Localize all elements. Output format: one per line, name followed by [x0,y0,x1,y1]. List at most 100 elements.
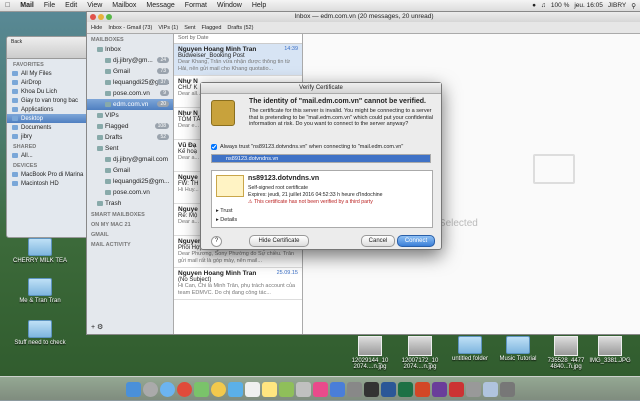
emoji-app-icon[interactable] [210,381,226,397]
favorites-bar: Hide Inbox - Gmail (73) VIPs (1) Sent Fl… [87,22,640,34]
back-button[interactable]: Back [11,39,22,45]
app-menu[interactable]: Mail [15,2,39,9]
desktop-image-file[interactable]: IMG_3381.JPG [580,336,640,364]
mailbox-drafts[interactable]: Drafts 52 [87,132,173,143]
sent-account[interactable]: Gmail [87,165,173,176]
app-store-icon[interactable] [329,381,345,397]
mailbox-account[interactable]: pose.com.vn 9 [87,88,173,99]
hide-button[interactable]: Hide [91,25,102,31]
help-button[interactable]: ? [211,236,222,247]
menu-window[interactable]: Window [212,2,247,9]
sidebar-item-airdrop[interactable]: AirDrop [7,78,89,87]
mailbox-account-selected[interactable]: edm.com.vn 20 [87,99,173,110]
safari-icon[interactable] [159,381,175,397]
fav-drafts[interactable]: Drafts (52) [227,25,253,31]
connect-button[interactable]: Connect [397,235,435,247]
mailbox-account[interactable]: dj.jibry@gm... 24 [87,55,173,66]
mailbox-vips[interactable]: VIPs [87,110,173,121]
documents-stack-icon[interactable] [482,381,498,397]
sidebar-item-shared-all[interactable]: All... [7,151,89,160]
certificate-chain-item[interactable]: ns89123.dotvndns.vn [211,154,431,163]
maps-icon[interactable] [278,381,294,397]
mailbox-trash[interactable]: Trash [87,198,173,209]
menu-edit[interactable]: Edit [60,2,82,9]
mailbox-flagged[interactable]: Flagged 108 [87,121,173,132]
menu-file[interactable]: File [39,2,60,9]
battery-status[interactable]: 100 % [551,2,569,9]
desktop-icon [12,116,18,121]
cancel-button[interactable]: Cancel [361,235,395,247]
user-menu[interactable]: JIBRY [608,2,626,9]
hide-certificate-button[interactable]: Hide Certificate [249,235,309,247]
close-button[interactable] [90,14,96,20]
always-trust-checkbox[interactable]: Always trust "ns89123.dotvndns.vn" when … [211,144,403,150]
menu-message[interactable]: Message [141,2,179,9]
photos-icon[interactable] [295,381,311,397]
sort-control[interactable]: Sort by Date [174,34,302,44]
fav-sent[interactable]: Sent [184,25,195,31]
sidebar-item-macintosh-hd[interactable]: Macintosh HD [7,179,89,188]
notes-icon[interactable] [261,381,277,397]
fav-vips[interactable]: VIPs (1) [158,25,178,31]
menu-mailbox[interactable]: Mailbox [107,2,141,9]
word-icon[interactable] [380,381,396,397]
powerpoint-icon[interactable] [414,381,430,397]
sidebar-item-macbook[interactable]: MacBook Pro di Marina [7,170,89,179]
sidebar-item-applications[interactable]: Applications [7,105,89,114]
live-icon[interactable] [363,381,379,397]
sidebar-item-giay-to[interactable]: Giay to van trong bac [7,96,89,105]
apple-menu[interactable]:  [0,2,15,9]
zoom-button[interactable] [106,14,112,20]
search-icon[interactable]: ⚲ [631,2,636,10]
finder-icon[interactable] [125,381,141,397]
volume-icon[interactable]: ♫ [541,2,546,9]
image-thumbnail [598,336,622,356]
downloads-stack-icon[interactable] [465,381,481,397]
excel-icon[interactable] [397,381,413,397]
mailbox-inbox[interactable]: Inbox [87,44,173,55]
trust-disclosure[interactable]: ▸ Trust [216,208,233,214]
sidebar-item-desktop[interactable]: Desktop [7,114,89,123]
acrobat-icon[interactable] [448,381,464,397]
count-badge: 21 [124,222,131,228]
sidebar-item-jibry[interactable]: jibry [7,132,89,141]
mailbox-sent[interactable]: Sent [87,143,173,154]
minimize-button[interactable] [98,14,104,20]
launchpad-icon[interactable] [142,381,158,397]
sent-account[interactable]: dj.jibry@gmail.com [87,154,173,165]
messages-icon[interactable] [193,381,209,397]
menu-view[interactable]: View [82,2,107,9]
certificate-icon [216,175,244,197]
checkbox[interactable] [211,144,217,150]
list-item[interactable]: Nguyen Hoang Minh Tran 25.09.15 (No Subjec… [174,268,302,300]
sidebar-item-documents[interactable]: Documents [7,123,89,132]
desktop-folder[interactable]: Me & Tran Tran [10,278,70,304]
itunes-icon[interactable] [312,381,328,397]
desktop-folder[interactable]: Stuff need to check [10,320,70,346]
calendar-icon[interactable] [244,381,260,397]
trash-icon [97,201,103,206]
clock[interactable]: jeu. 16:05 [574,2,603,9]
wifi-icon[interactable]: ● [532,2,536,9]
skype-icon[interactable] [227,381,243,397]
gear-icon[interactable]: ⚙ [97,324,103,331]
list-item[interactable]: Nguyen Hoang Minh Tran 14:39 Budweiser_Boo… [174,44,302,76]
sidebar-item-all-my-files[interactable]: All My Files [7,69,89,78]
menu-format[interactable]: Format [180,2,212,9]
desktop-folder[interactable]: CHERRY MILK TEA [10,238,70,264]
fav-flagged[interactable]: Flagged [202,25,222,31]
fav-inbox-gmail[interactable]: Inbox - Gmail (73) [108,25,152,31]
details-disclosure[interactable]: ▸ Details [216,217,237,223]
sent-account[interactable]: pose.com.vn [87,187,173,198]
sidebar-item-khoa-du-lich[interactable]: Khoa Du Lich [7,87,89,96]
trash-icon[interactable] [499,381,515,397]
menu-help[interactable]: Help [247,2,271,9]
status-area: ● ♫ 100 % jeu. 16:05 JIBRY ⚲ [532,2,640,10]
add-icon[interactable]: + [91,324,95,331]
mailbox-account[interactable]: Gmail 73 [87,66,173,77]
mailbox-account[interactable]: lequangdi25@gm... 37 [87,77,173,88]
sent-account[interactable]: lequangdi25@gm... [87,176,173,187]
photoshop-icon[interactable] [431,381,447,397]
system-preferences-icon[interactable] [346,381,362,397]
chrome-icon[interactable] [176,381,192,397]
